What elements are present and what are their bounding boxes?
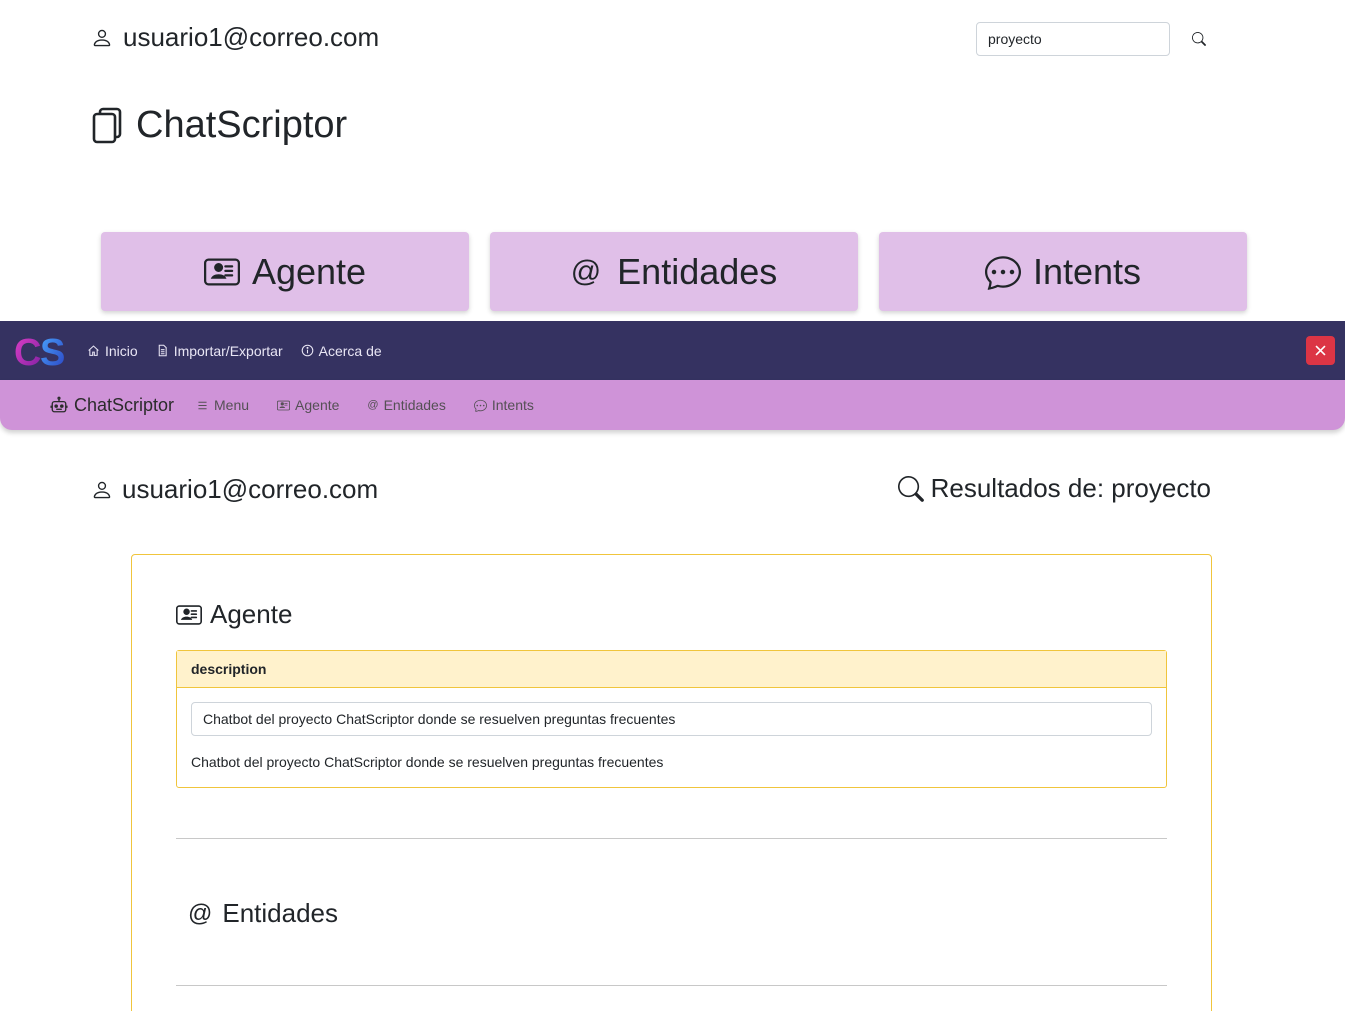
search-icon <box>1192 32 1206 46</box>
info-circle-icon <box>301 344 313 357</box>
at-icon: @ <box>188 899 213 927</box>
subnav-brand[interactable]: ChatScriptor <box>50 380 174 430</box>
section-heading-agente: Agente <box>176 599 292 630</box>
search-button[interactable] <box>1188 28 1210 50</box>
subnav-menu[interactable]: Menu <box>196 397 249 413</box>
page-title: ChatScriptor <box>92 104 347 147</box>
chat-dots-icon <box>473 399 487 412</box>
description-card: description Chatbot del proyecto ChatScr… <box>176 650 1167 788</box>
subnav-intents-label: Intents <box>491 397 534 413</box>
chat-dots-icon <box>984 255 1021 290</box>
card-entidades-label: Entidades <box>617 250 778 292</box>
section-heading-entidades-text: Entidades <box>222 898 339 928</box>
main-navbar: C S Inicio Importar/Exportar Acerca de <box>0 321 1345 380</box>
top-user: usuario1@correo.com <box>91 22 379 53</box>
results-user-email: usuario1@correo.com <box>122 474 379 504</box>
subnav-agente-label: Agente <box>295 397 340 413</box>
person-card-icon <box>203 258 240 285</box>
section-cards: Agente @ Entidades Intents <box>101 232 1247 311</box>
nav-acerca-de-label: Acerca de <box>318 342 382 359</box>
x-icon <box>1315 345 1326 356</box>
nav-inicio[interactable]: Inicio <box>87 343 138 359</box>
page-title-text: ChatScriptor <box>136 104 348 146</box>
search-icon <box>897 475 924 502</box>
card-agente[interactable]: Agente <box>101 232 469 311</box>
nav-importar-exportar[interactable]: Importar/Exportar <box>156 343 283 359</box>
subnav-entidades-label: Entidades <box>383 397 446 413</box>
section-heading-agente-text: Agente <box>210 599 293 629</box>
subnav-brand-label: ChatScriptor <box>74 394 175 415</box>
subnav-entidades[interactable]: @ Entidades <box>367 397 445 413</box>
sub-navbar: ChatScriptor Menu Agente @ Entidades Int… <box>0 380 1345 430</box>
subnav-intents[interactable]: Intents <box>473 397 534 413</box>
section-divider <box>176 838 1167 839</box>
subnav-agente[interactable]: Agente <box>277 397 339 413</box>
description-text: Chatbot del proyecto ChatScriptor donde … <box>191 754 664 770</box>
file-icon <box>158 344 167 357</box>
search-input[interactable] <box>976 22 1170 56</box>
section-heading-entidades: @ Entidades <box>188 898 338 929</box>
at-icon: @ <box>570 254 602 288</box>
person-icon <box>93 481 111 498</box>
top-user-email: usuario1@correo.com <box>123 22 380 52</box>
robot-icon <box>50 396 68 413</box>
chatscriptor-logo[interactable]: C S <box>14 330 72 372</box>
card-agente-label: Agente <box>251 250 367 292</box>
card-intents-label: Intents <box>1032 250 1142 292</box>
svg-text:C: C <box>14 332 41 372</box>
list-icon <box>198 401 207 409</box>
card-entidades[interactable]: @ Entidades <box>490 232 858 311</box>
close-button[interactable] <box>1306 336 1335 365</box>
results-panel: Agente description Chatbot del proyecto … <box>131 554 1212 1011</box>
person-card-icon <box>277 400 291 410</box>
at-icon: @ <box>367 399 379 411</box>
nav-acerca-de[interactable]: Acerca de <box>301 343 382 359</box>
nav-importar-exportar-label: Importar/Exportar <box>173 342 283 359</box>
person-card-icon <box>176 604 202 625</box>
nav-inicio-label: Inicio <box>105 342 138 359</box>
copy-icon <box>92 107 122 143</box>
house-icon <box>88 345 99 356</box>
description-card-header: description <box>177 651 1166 688</box>
subnav-menu-label: Menu <box>214 397 250 413</box>
svg-text:S: S <box>40 332 65 372</box>
section-divider <box>176 985 1167 986</box>
results-user: usuario1@correo.com <box>91 474 378 505</box>
results-title-text: Resultados de: proyecto <box>930 473 1211 503</box>
card-intents[interactable]: Intents <box>879 232 1247 311</box>
results-title: Resultados de: proyecto <box>897 473 1211 504</box>
person-icon <box>93 29 111 46</box>
description-input[interactable] <box>191 702 1152 736</box>
